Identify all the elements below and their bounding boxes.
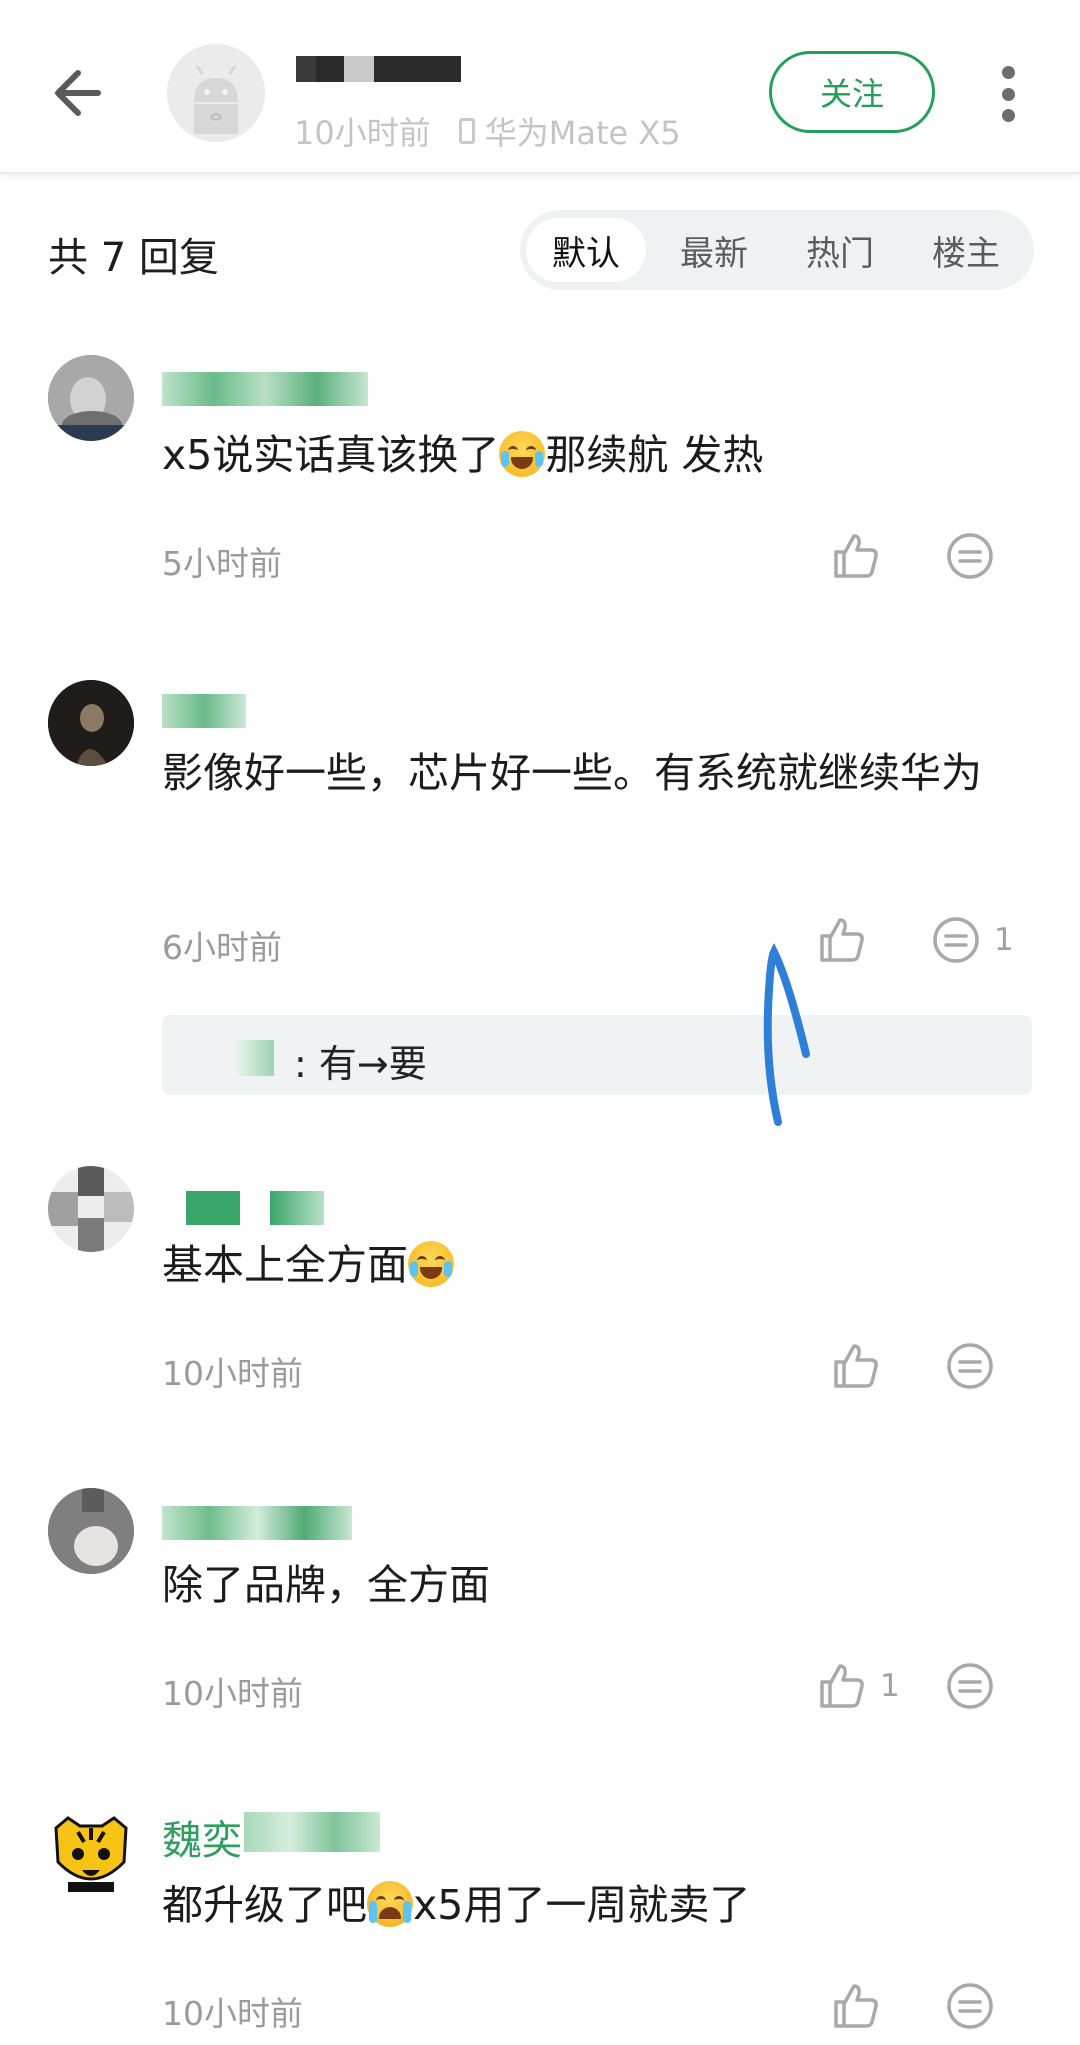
follow-button[interactable]: 关注	[769, 51, 935, 133]
more-vertical-icon	[1001, 66, 1015, 79]
like-button[interactable]	[830, 1980, 882, 2036]
sub-reply-author-redacted	[234, 1040, 274, 1076]
tab-op[interactable]: 楼主	[906, 218, 1026, 282]
reply-count: 共 7 回复	[48, 235, 219, 281]
comment-author-redacted	[162, 372, 368, 406]
comment-text: 都升级了吧 x5用了一周就卖了	[162, 1881, 751, 1929]
back-arrow-icon	[55, 70, 101, 116]
comment-avatar[interactable]	[48, 1166, 134, 1252]
tab-newest[interactable]: 最新	[654, 218, 774, 282]
back-button[interactable]	[48, 58, 118, 128]
reply-bubble-icon	[947, 1663, 993, 1709]
like-button[interactable]	[830, 1340, 882, 1396]
like-count: 1	[880, 1668, 900, 1704]
comment-time: 10小时前	[162, 1354, 303, 1393]
thumbs-up-icon	[834, 1344, 878, 1388]
tab-default[interactable]: 默认	[526, 218, 646, 282]
tab-hot[interactable]: 热门	[780, 218, 900, 282]
reply-button[interactable]	[944, 1340, 996, 1396]
thumbs-up-icon	[820, 1664, 864, 1708]
comment-avatar-tiger[interactable]	[48, 1810, 134, 1896]
comment-avatar[interactable]	[48, 680, 134, 766]
sub-reply-text: : 有→要	[294, 1042, 427, 1086]
comment-text: x5说实话真该换了 那续航 发热	[162, 431, 764, 479]
post-meta: 10小时前 华为Mate X5	[294, 108, 681, 154]
reply-button[interactable]	[944, 1660, 996, 1716]
laugh-cry-emoji	[499, 431, 546, 477]
reply-button[interactable]	[930, 914, 982, 970]
comment-time: 5小时前	[162, 544, 282, 583]
comment-text: 影像好一些，芯片好一些。有系统就继续华为	[162, 749, 982, 797]
author-name-redacted	[296, 56, 461, 82]
device-icon	[458, 118, 475, 144]
tiger-icon	[48, 1810, 134, 1896]
android-placeholder-icon	[167, 44, 265, 142]
reply-button[interactable]	[944, 530, 996, 586]
annotation-stroke	[763, 943, 810, 1126]
comment-author-redacted	[162, 1506, 352, 1540]
thumbs-up-icon	[834, 1984, 878, 2028]
comment-avatar[interactable]	[48, 355, 134, 441]
comment-author-redacted	[162, 694, 246, 728]
reply-bubble-icon	[933, 917, 979, 963]
comment-text: 除了品牌，全方面	[162, 1561, 490, 1609]
comment-author-redacted	[186, 1191, 324, 1225]
laugh-cry-emoji	[408, 1241, 454, 1287]
comment-author-redacted	[244, 1812, 380, 1852]
crying-emoji	[367, 1881, 413, 1927]
reply-bubble-icon	[947, 1983, 993, 2029]
comment-author: 魏奕	[162, 1818, 242, 1864]
reply-bubble-icon	[947, 1343, 993, 1389]
comment-time: 6小时前	[162, 928, 282, 967]
author-avatar[interactable]	[167, 44, 265, 142]
reply-bubble-icon	[947, 533, 993, 579]
comment-time: 10小时前	[162, 1674, 303, 1713]
thumbs-up-icon	[834, 534, 878, 578]
sort-tabs: 默认 最新 热门 楼主	[520, 210, 1034, 290]
post-device: 华为Mate X5	[484, 114, 681, 152]
post-time: 10小时前	[294, 114, 431, 152]
reply-button[interactable]	[944, 1980, 996, 2036]
like-button[interactable]	[830, 530, 882, 586]
more-options-button[interactable]	[995, 66, 1021, 122]
comment-avatar[interactable]	[48, 1488, 134, 1574]
top-bar: 10小时前 华为Mate X5 关注	[0, 0, 1080, 174]
like-button[interactable]	[816, 1660, 868, 1716]
comment-time: 10小时前	[162, 1994, 303, 2033]
reply-count-badge: 1	[994, 922, 1014, 958]
comment-text: 基本上全方面	[162, 1234, 1042, 1296]
sub-reply-preview[interactable]	[162, 1015, 1032, 1095]
